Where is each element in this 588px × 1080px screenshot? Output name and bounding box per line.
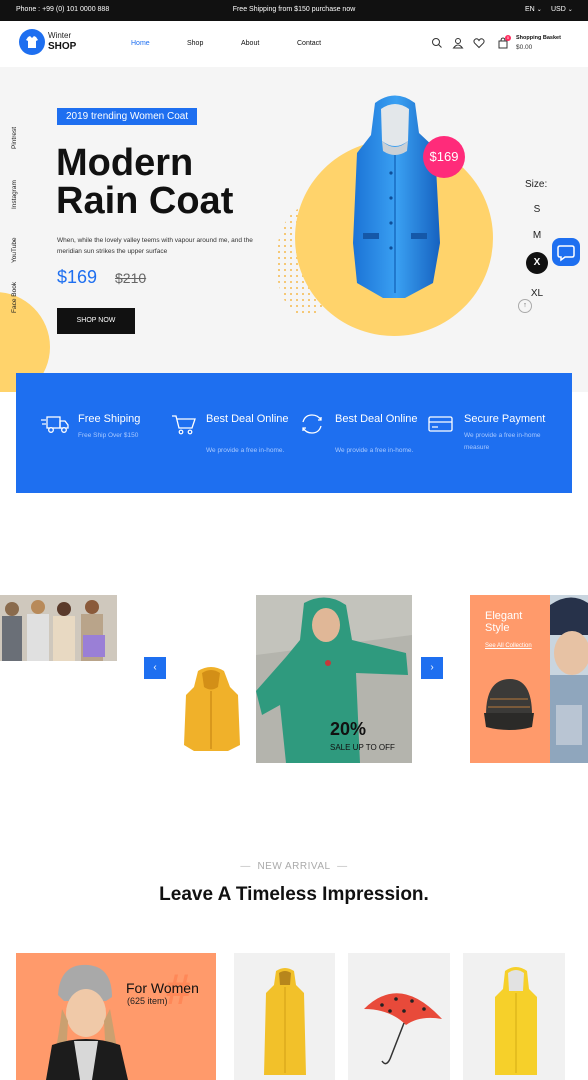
hero-tag: 2019 trending Women Coat: [57, 108, 198, 125]
hoodie-model-image[interactable]: 20% SALE UP TO OFF: [256, 595, 412, 763]
shop-now-button[interactable]: SHOP NOW: [57, 308, 135, 334]
arrow-up-icon[interactable]: ↑: [518, 299, 532, 313]
section-subtitle: — NEW ARRIVAL —: [240, 861, 348, 872]
size-label: Size:: [525, 179, 548, 190]
winter-model-image[interactable]: [550, 595, 588, 763]
nav-shop[interactable]: Shop: [187, 40, 203, 47]
size-option-m[interactable]: M: [526, 225, 548, 247]
see-all-collection-link[interactable]: See All Collection: [485, 643, 532, 649]
carousel-prev-button[interactable]: ‹: [144, 657, 166, 679]
hero-title-line2: Rain Coat: [56, 180, 234, 222]
language-select[interactable]: EN ⌄: [525, 6, 542, 13]
refresh-icon: [302, 414, 322, 434]
chevron-down-icon: ⌄: [567, 7, 573, 13]
women-item-count: (625 item): [127, 996, 168, 1006]
women-title: For Women: [126, 980, 199, 996]
social-youtube-link[interactable]: YouTube: [11, 237, 18, 263]
women-category-card[interactable]: # For Women (625 item): [16, 953, 216, 1080]
logo-icon[interactable]: [19, 29, 45, 55]
social-facebook-link[interactable]: Face Book: [11, 282, 18, 313]
new-arrival-label: NEW ARRIVAL: [257, 861, 331, 872]
nav-about[interactable]: About: [241, 40, 259, 47]
currency-select[interactable]: USD ⌄: [551, 6, 573, 13]
feature-desc: We provide a free in-home.: [206, 447, 285, 454]
feature-title: Best Deal Online: [335, 413, 418, 425]
chat-bubble-icon: [557, 245, 575, 262]
woman-model-image: [46, 964, 128, 1080]
social-instagram-link[interactable]: Instagram: [11, 180, 18, 209]
top-bar: Phone : +99 (0) 101 0000 888 Free Shippi…: [0, 0, 588, 21]
hero-old-price: $210: [115, 270, 147, 286]
beanie-image: [484, 679, 534, 730]
elegant-style-card[interactable]: Elegant Style See All Collection: [470, 595, 550, 763]
search-icon[interactable]: [431, 37, 443, 49]
feature-desc: Free Ship Over $150: [78, 432, 139, 439]
hero-banner: Pintrest Instagram YouTube Face Book 201…: [0, 67, 588, 392]
sale-percent: 20%: [330, 719, 367, 739]
social-pinterest-link[interactable]: Pintrest: [11, 127, 18, 149]
chevron-down-icon: ⌄: [536, 7, 542, 13]
hero-title: Modern Rain Coat: [56, 144, 233, 220]
product-card[interactable]: [348, 953, 450, 1080]
yellow-hooded-coat-image: [495, 967, 537, 1075]
nav-home[interactable]: Home: [131, 40, 150, 47]
feature-desc: We provide a free in-home measure: [464, 432, 541, 451]
chevron-left-icon: ‹: [153, 662, 157, 673]
language-value: EN: [525, 6, 535, 13]
logo-text-bottom: SHOP: [48, 41, 77, 52]
truck-icon: [41, 416, 69, 433]
sale-text: SALE UP TO OFF: [330, 743, 395, 752]
size-option-x[interactable]: X: [526, 252, 548, 274]
rain-coat-image: [353, 95, 440, 298]
elegant-title: Elegant Style: [485, 610, 523, 634]
hero-title-line1: Modern: [56, 142, 194, 184]
product-card[interactable]: [234, 953, 335, 1080]
wishlist-heart-icon[interactable]: [473, 37, 485, 49]
feature-title: Secure Payment: [464, 413, 546, 425]
umbrella-image: [364, 993, 442, 1065]
basket-title[interactable]: Shopping Basket: [516, 35, 561, 41]
feature-desc: We provide a free in-home.: [335, 447, 414, 454]
currency-value: USD: [551, 6, 566, 13]
basket-total: $0.00: [516, 44, 533, 51]
yellow-jacket-image[interactable]: [180, 665, 242, 755]
logo-text-top: Winter: [48, 31, 72, 40]
credit-card-icon: [428, 416, 453, 432]
basket-count-badge: 0: [505, 35, 511, 41]
hero-price: $169: [57, 267, 98, 287]
size-option-s[interactable]: S: [526, 199, 548, 221]
site-header: Winter SHOP Home Shop About Contact 0 Sh…: [0, 21, 588, 67]
carousel-next-button[interactable]: ›: [421, 657, 443, 679]
yellow-raincoat-image: [264, 968, 306, 1075]
account-icon[interactable]: [452, 37, 464, 49]
feature-title: Best Deal Online: [206, 413, 289, 425]
features-bar: Free Shiping Free Ship Over $150 Best De…: [16, 373, 572, 493]
feature-title: Free Shiping: [78, 413, 141, 425]
product-card[interactable]: [463, 953, 565, 1080]
chevron-right-icon: ›: [430, 662, 434, 673]
shipping-notice: Free Shipping from $150 purchase now: [232, 6, 356, 13]
nav-contact[interactable]: Contact: [297, 40, 321, 47]
section-title: Leave A Timeless Impression.: [159, 884, 429, 905]
shoppers-image[interactable]: [0, 595, 117, 661]
price-bubble: $169: [423, 136, 465, 178]
chat-button[interactable]: [552, 238, 580, 266]
hero-description: When, while the lovely valley teems with…: [57, 237, 253, 255]
cart-icon: [172, 415, 196, 435]
